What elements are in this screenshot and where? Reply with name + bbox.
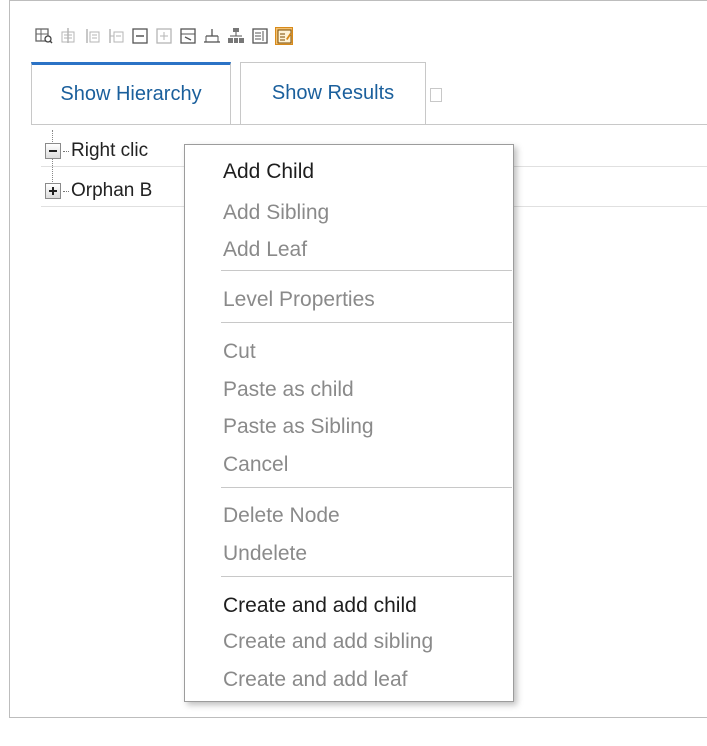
expand-icon[interactable] [155, 27, 173, 45]
hierarchy-icon[interactable] [203, 27, 221, 45]
collapse-node-icon[interactable] [45, 143, 61, 159]
tab-show-results[interactable]: Show Results [240, 62, 426, 124]
tab-bar: Show Hierarchy Show Results [31, 62, 707, 125]
tab-overflow-box[interactable] [430, 88, 442, 102]
menu-item-paste-as-sibling[interactable]: Paste as Sibling [223, 414, 374, 440]
tab-label: Show Hierarchy [60, 83, 202, 105]
add-leaf-icon[interactable] [107, 27, 125, 45]
tree-node-label[interactable]: Right clic [71, 140, 148, 162]
edit-mode-icon[interactable] [275, 27, 293, 45]
add-sibling-icon[interactable] [83, 27, 101, 45]
find-icon[interactable] [35, 27, 53, 45]
tree-node-label[interactable]: Orphan B [71, 180, 152, 202]
context-menu: Add Child Add Sibling Add Leaf Level Pro… [184, 144, 514, 702]
menu-item-level-properties[interactable]: Level Properties [223, 287, 375, 313]
menu-item-create-and-add-child[interactable]: Create and add child [223, 593, 417, 619]
toolbar [35, 23, 299, 49]
menu-separator [221, 270, 512, 271]
menu-separator [221, 487, 512, 488]
add-child-icon[interactable] [59, 27, 77, 45]
menu-item-delete-node[interactable]: Delete Node [223, 503, 340, 529]
tab-show-hierarchy[interactable]: Show Hierarchy [31, 62, 231, 124]
menu-separator [221, 576, 512, 577]
org-chart-icon[interactable] [227, 27, 245, 45]
tab-label: Show Results [271, 82, 395, 104]
menu-item-add-child[interactable]: Add Child [223, 159, 314, 185]
export-icon[interactable] [179, 27, 197, 45]
menu-item-paste-as-child[interactable]: Paste as child [223, 377, 354, 403]
tree-dots [63, 150, 69, 152]
menu-item-cut[interactable]: Cut [223, 339, 256, 365]
menu-item-add-leaf[interactable]: Add Leaf [223, 237, 307, 263]
tree-dots [63, 190, 69, 192]
expand-node-icon[interactable] [45, 183, 61, 199]
menu-item-create-and-add-sibling[interactable]: Create and add sibling [223, 629, 433, 655]
menu-item-add-sibling[interactable]: Add Sibling [223, 200, 329, 226]
menu-separator [221, 322, 512, 323]
collapse-icon[interactable] [131, 27, 149, 45]
menu-item-cancel[interactable]: Cancel [223, 452, 288, 478]
menu-item-create-and-add-leaf[interactable]: Create and add leaf [223, 667, 407, 693]
menu-item-undelete[interactable]: Undelete [223, 541, 307, 567]
details-icon[interactable] [251, 27, 269, 45]
